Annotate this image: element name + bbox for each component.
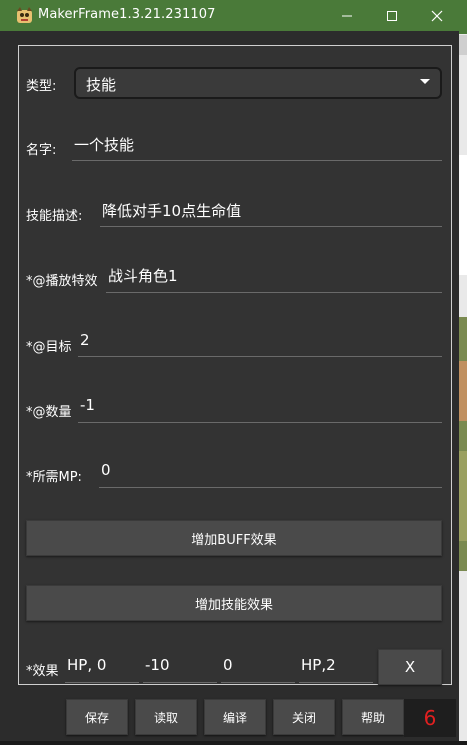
effect-label: *效果 — [26, 664, 59, 679]
chevron-down-icon — [420, 79, 430, 84]
minimize-icon — [341, 15, 352, 16]
add-buff-button[interactable]: 增加BUFF效果 — [26, 520, 442, 556]
maximize-button[interactable] — [369, 0, 414, 31]
description-input[interactable]: 降低对手10点生命值 — [102, 200, 241, 221]
target-input-underline — [78, 356, 442, 357]
save-button[interactable]: 保存 — [66, 699, 128, 735]
effect-anim-input-underline — [106, 292, 442, 293]
maximize-icon — [386, 10, 397, 21]
load-button[interactable]: 读取 — [135, 699, 197, 735]
count-label: *@数量 — [26, 405, 72, 420]
close-icon — [431, 10, 442, 21]
mp-input[interactable]: 0 — [101, 461, 111, 479]
strip-white — [459, 155, 467, 275]
app-icon — [17, 7, 32, 23]
target-input[interactable]: 2 — [80, 331, 90, 349]
title-bar: MakerFrame1.3.21.231107 — [0, 0, 467, 31]
description-label: 技能描述: — [26, 209, 83, 224]
strip-game-detail — [459, 361, 467, 421]
bottom-edge — [0, 741, 467, 745]
mp-input-underline — [99, 487, 442, 488]
count-input[interactable]: -1 — [80, 396, 95, 414]
count-input-underline — [78, 422, 442, 423]
name-label: 名字: — [26, 143, 57, 158]
help-button[interactable]: 帮助 — [342, 699, 404, 735]
close-button[interactable]: 关闭 — [273, 699, 335, 735]
close-window-button[interactable] — [414, 0, 459, 31]
name-input[interactable]: 一个技能 — [74, 134, 134, 155]
effect-field-2-underline — [143, 682, 217, 683]
target-label: *@目标 — [26, 340, 72, 355]
effect-field-4-underline — [299, 682, 373, 683]
effect-field-3[interactable]: 0 — [223, 656, 233, 674]
description-input-underline — [100, 226, 442, 227]
effect-field-1[interactable]: HP, 0 — [67, 656, 106, 674]
effect-anim-label: *@播放特效 — [26, 274, 98, 289]
type-dropdown[interactable]: 技能 — [74, 67, 442, 99]
count-badge: 6 — [404, 699, 456, 737]
name-input-underline — [72, 160, 442, 161]
background-window-strip — [459, 31, 467, 745]
type-label: 类型: — [26, 79, 57, 94]
effect-field-3-underline — [221, 682, 295, 683]
strip-tab — [459, 35, 467, 55]
window-title: MakerFrame1.3.21.231107 — [38, 7, 216, 22]
effect-field-2[interactable]: -10 — [145, 656, 170, 674]
compile-button[interactable]: 编译 — [204, 699, 266, 735]
type-dropdown-value: 技能 — [86, 76, 117, 94]
effect-anim-input[interactable]: 战斗角色1 — [108, 265, 178, 286]
mp-label: *所需MP: — [26, 470, 82, 485]
minimize-button[interactable] — [324, 0, 369, 31]
remove-effect-button[interactable]: X — [378, 649, 442, 685]
strip-accent — [459, 31, 467, 34]
effect-field-1-underline — [65, 682, 139, 683]
strip-game-detail-2 — [459, 451, 467, 541]
effect-field-4[interactable]: HP,2 — [301, 656, 336, 674]
add-skill-effect-button[interactable]: 增加技能效果 — [26, 585, 442, 621]
